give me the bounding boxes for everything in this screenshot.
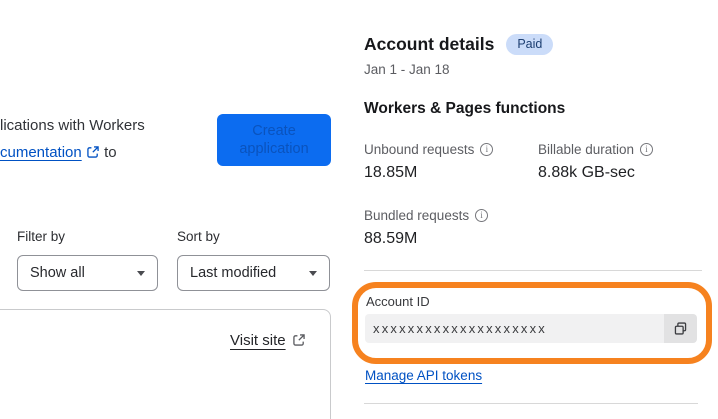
info-icon[interactable]: i <box>475 209 489 222</box>
account-id-input[interactable] <box>365 314 664 343</box>
intro-suffix: to <box>104 144 117 161</box>
stat-unbound-requests: Unbound requests i 18.85M <box>364 142 494 182</box>
page: lications with Workers cumentation to Cr… <box>0 0 718 419</box>
info-icon[interactable]: i <box>480 143 494 156</box>
section-title: Workers & Pages functions <box>364 100 566 117</box>
manage-api-tokens-link[interactable]: Manage API tokens <box>365 368 482 383</box>
create-button-label-line2: application <box>239 141 309 157</box>
visit-site-label: Visit site <box>230 332 286 349</box>
paid-badge: Paid <box>506 34 554 55</box>
intro-text-line1: lications with Workers <box>0 116 145 136</box>
stat-value: 88.59M <box>364 230 418 247</box>
visit-site-link[interactable]: Visit site <box>230 332 306 349</box>
filter-dropdown[interactable]: Show all <box>17 255 158 291</box>
create-application-button[interactable]: Create application <box>217 114 331 166</box>
intro-text-line2: cumentation to <box>0 143 117 163</box>
filter-by-label: Filter by <box>17 229 66 244</box>
create-button-label-line1: Create <box>252 123 296 139</box>
account-details-header: Account details Paid <box>364 34 554 55</box>
date-range: Jan 1 - Jan 18 <box>364 62 450 77</box>
stat-label: Bundled requests <box>364 208 470 223</box>
divider <box>364 270 702 271</box>
documentation-link[interactable]: cumentation <box>0 144 82 161</box>
account-details-title: Account details <box>364 34 495 54</box>
intro-text: lications with Workers <box>0 117 145 134</box>
external-link-icon <box>292 333 306 347</box>
sort-by-label: Sort by <box>177 229 220 244</box>
sort-dropdown-value: Last modified <box>190 265 277 281</box>
stat-value: 8.88k GB-sec <box>538 164 635 181</box>
copy-button[interactable] <box>664 314 697 343</box>
divider <box>364 403 698 404</box>
account-id-label: Account ID <box>366 294 430 309</box>
account-id-field <box>365 314 697 343</box>
info-icon[interactable]: i <box>640 143 654 156</box>
stat-bundled-requests: Bundled requests i 88.59M <box>364 208 489 248</box>
sort-dropdown[interactable]: Last modified <box>177 255 330 291</box>
stat-label: Billable duration <box>538 142 635 157</box>
filter-dropdown-value: Show all <box>30 265 85 281</box>
stat-billable-duration: Billable duration i 8.88k GB-sec <box>538 142 654 182</box>
chevron-down-icon <box>137 270 145 276</box>
stat-value: 18.85M <box>364 164 418 181</box>
external-link-icon <box>86 145 100 159</box>
stat-label: Unbound requests <box>364 142 475 157</box>
chevron-down-icon <box>309 270 317 276</box>
projects-card: Visit site <box>0 309 331 419</box>
copy-icon <box>673 321 688 336</box>
